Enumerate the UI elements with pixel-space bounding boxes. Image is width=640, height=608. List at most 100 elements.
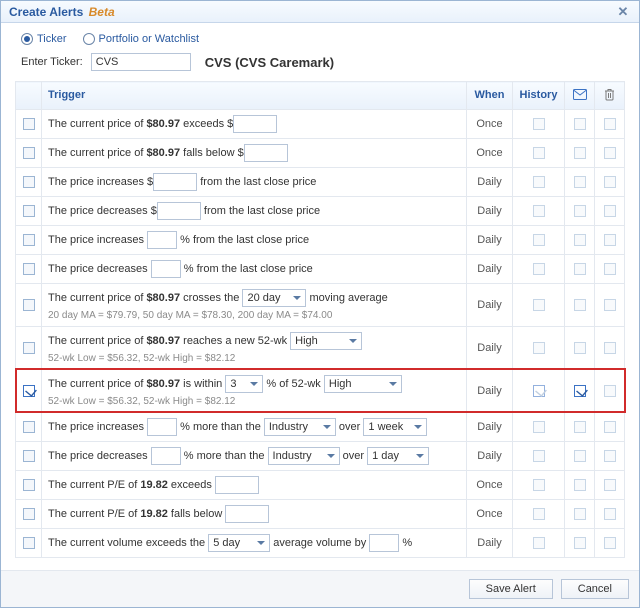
email-checkbox[interactable] xyxy=(574,421,586,433)
email-checkbox[interactable] xyxy=(574,479,586,491)
delete-checkbox[interactable] xyxy=(604,450,616,462)
trigger-cell: The price increases $ from the last clos… xyxy=(42,167,467,196)
cancel-button[interactable]: Cancel xyxy=(561,579,629,599)
trigger-select[interactable]: 3 xyxy=(225,375,263,393)
email-checkbox[interactable] xyxy=(574,299,586,311)
history-checkbox[interactable] xyxy=(533,299,545,311)
enable-trigger-checkbox[interactable] xyxy=(23,508,35,520)
trigger-value-input[interactable] xyxy=(151,447,181,465)
delete-checkbox[interactable] xyxy=(604,537,616,549)
trigger-row: The current price of $80.97 crosses the … xyxy=(16,283,625,326)
when-cell: Daily xyxy=(467,441,513,470)
trigger-select[interactable]: Industry xyxy=(268,447,340,465)
email-checkbox[interactable] xyxy=(574,385,586,397)
email-checkbox[interactable] xyxy=(574,234,586,246)
history-checkbox[interactable] xyxy=(533,118,545,130)
history-checkbox[interactable] xyxy=(533,537,545,549)
delete-checkbox[interactable] xyxy=(604,479,616,491)
delete-checkbox[interactable] xyxy=(604,508,616,520)
trigger-select[interactable]: 1 day xyxy=(367,447,429,465)
enable-trigger-checkbox[interactable] xyxy=(23,450,35,462)
delete-checkbox[interactable] xyxy=(604,263,616,275)
close-icon[interactable]: ✕ xyxy=(615,4,631,20)
dialog-footer: Save Alert Cancel xyxy=(1,570,639,607)
enable-trigger-checkbox[interactable] xyxy=(23,479,35,491)
delete-checkbox[interactable] xyxy=(604,147,616,159)
email-checkbox[interactable] xyxy=(574,205,586,217)
enable-trigger-checkbox[interactable] xyxy=(23,299,35,311)
email-checkbox[interactable] xyxy=(574,450,586,462)
email-checkbox[interactable] xyxy=(574,537,586,549)
enable-trigger-checkbox[interactable] xyxy=(23,205,35,217)
enable-trigger-checkbox[interactable] xyxy=(23,385,35,397)
history-checkbox[interactable] xyxy=(533,508,545,520)
trigger-value-input[interactable] xyxy=(369,534,399,552)
trigger-value-input[interactable] xyxy=(244,144,288,162)
trigger-cell: The current price of $80.97 is within 3 … xyxy=(42,369,467,412)
delete-checkbox[interactable] xyxy=(604,421,616,433)
radio-label: Portfolio or Watchlist xyxy=(99,33,199,45)
trigger-value-input[interactable] xyxy=(225,505,269,523)
history-checkbox[interactable] xyxy=(533,176,545,188)
radio-ticker[interactable]: Ticker xyxy=(21,33,67,45)
mode-radio-group: Ticker Portfolio or Watchlist xyxy=(15,33,625,45)
history-checkbox[interactable] xyxy=(533,385,545,397)
email-checkbox[interactable] xyxy=(574,508,586,520)
trigger-cell: The current P/E of 19.82 falls below xyxy=(42,499,467,528)
trigger-value-input[interactable] xyxy=(147,418,177,436)
current-price: $80.97 xyxy=(146,118,180,130)
trigger-select[interactable]: Industry xyxy=(264,418,336,436)
enable-trigger-checkbox[interactable] xyxy=(23,342,35,354)
trigger-line: The price increases $ from the last clos… xyxy=(48,173,460,191)
delete-checkbox[interactable] xyxy=(604,342,616,354)
email-checkbox[interactable] xyxy=(574,342,586,354)
email-checkbox[interactable] xyxy=(574,147,586,159)
trigger-select[interactable]: High xyxy=(290,332,362,350)
current-price: $80.97 xyxy=(146,147,180,159)
history-checkbox[interactable] xyxy=(533,421,545,433)
trigger-select[interactable]: High xyxy=(324,375,402,393)
trigger-select[interactable]: 5 day xyxy=(208,534,270,552)
radio-portfolio[interactable]: Portfolio or Watchlist xyxy=(83,33,199,45)
delete-checkbox[interactable] xyxy=(604,205,616,217)
history-checkbox[interactable] xyxy=(533,342,545,354)
history-checkbox[interactable] xyxy=(533,234,545,246)
enable-trigger-checkbox[interactable] xyxy=(23,263,35,275)
delete-checkbox[interactable] xyxy=(604,176,616,188)
enable-trigger-checkbox[interactable] xyxy=(23,147,35,159)
enable-trigger-checkbox[interactable] xyxy=(23,537,35,549)
trigger-value-input[interactable] xyxy=(233,115,277,133)
history-checkbox[interactable] xyxy=(533,147,545,159)
trigger-line: The price decreases % more than the Indu… xyxy=(48,447,460,465)
history-checkbox[interactable] xyxy=(533,205,545,217)
trigger-text: average volume by xyxy=(270,537,369,549)
email-checkbox[interactable] xyxy=(574,263,586,275)
trigger-cell: The price increases % more than the Indu… xyxy=(42,412,467,441)
ticker-input[interactable] xyxy=(91,53,191,71)
enable-trigger-checkbox[interactable] xyxy=(23,234,35,246)
trigger-value-input[interactable] xyxy=(147,231,177,249)
enable-trigger-checkbox[interactable] xyxy=(23,421,35,433)
delete-checkbox[interactable] xyxy=(604,385,616,397)
enable-trigger-checkbox[interactable] xyxy=(23,176,35,188)
trigger-value-input[interactable] xyxy=(215,476,259,494)
history-checkbox[interactable] xyxy=(533,450,545,462)
email-checkbox[interactable] xyxy=(574,176,586,188)
trigger-select[interactable]: 1 week xyxy=(363,418,427,436)
trigger-select[interactable]: 20 day xyxy=(242,289,306,307)
save-alert-button[interactable]: Save Alert xyxy=(469,579,553,599)
trigger-cell: The current price of $80.97 reaches a ne… xyxy=(42,326,467,369)
delete-checkbox[interactable] xyxy=(604,299,616,311)
trigger-value-input[interactable] xyxy=(157,202,201,220)
delete-checkbox[interactable] xyxy=(604,118,616,130)
history-checkbox[interactable] xyxy=(533,479,545,491)
trigger-value-input[interactable] xyxy=(151,260,181,278)
history-checkbox[interactable] xyxy=(533,263,545,275)
trigger-line: The current P/E of 19.82 exceeds xyxy=(48,476,460,494)
trash-icon xyxy=(602,87,618,101)
trigger-value-input[interactable] xyxy=(153,173,197,191)
ticker-display-name: CVS (CVS Caremark) xyxy=(205,55,334,70)
delete-checkbox[interactable] xyxy=(604,234,616,246)
enable-trigger-checkbox[interactable] xyxy=(23,118,35,130)
email-checkbox[interactable] xyxy=(574,118,586,130)
